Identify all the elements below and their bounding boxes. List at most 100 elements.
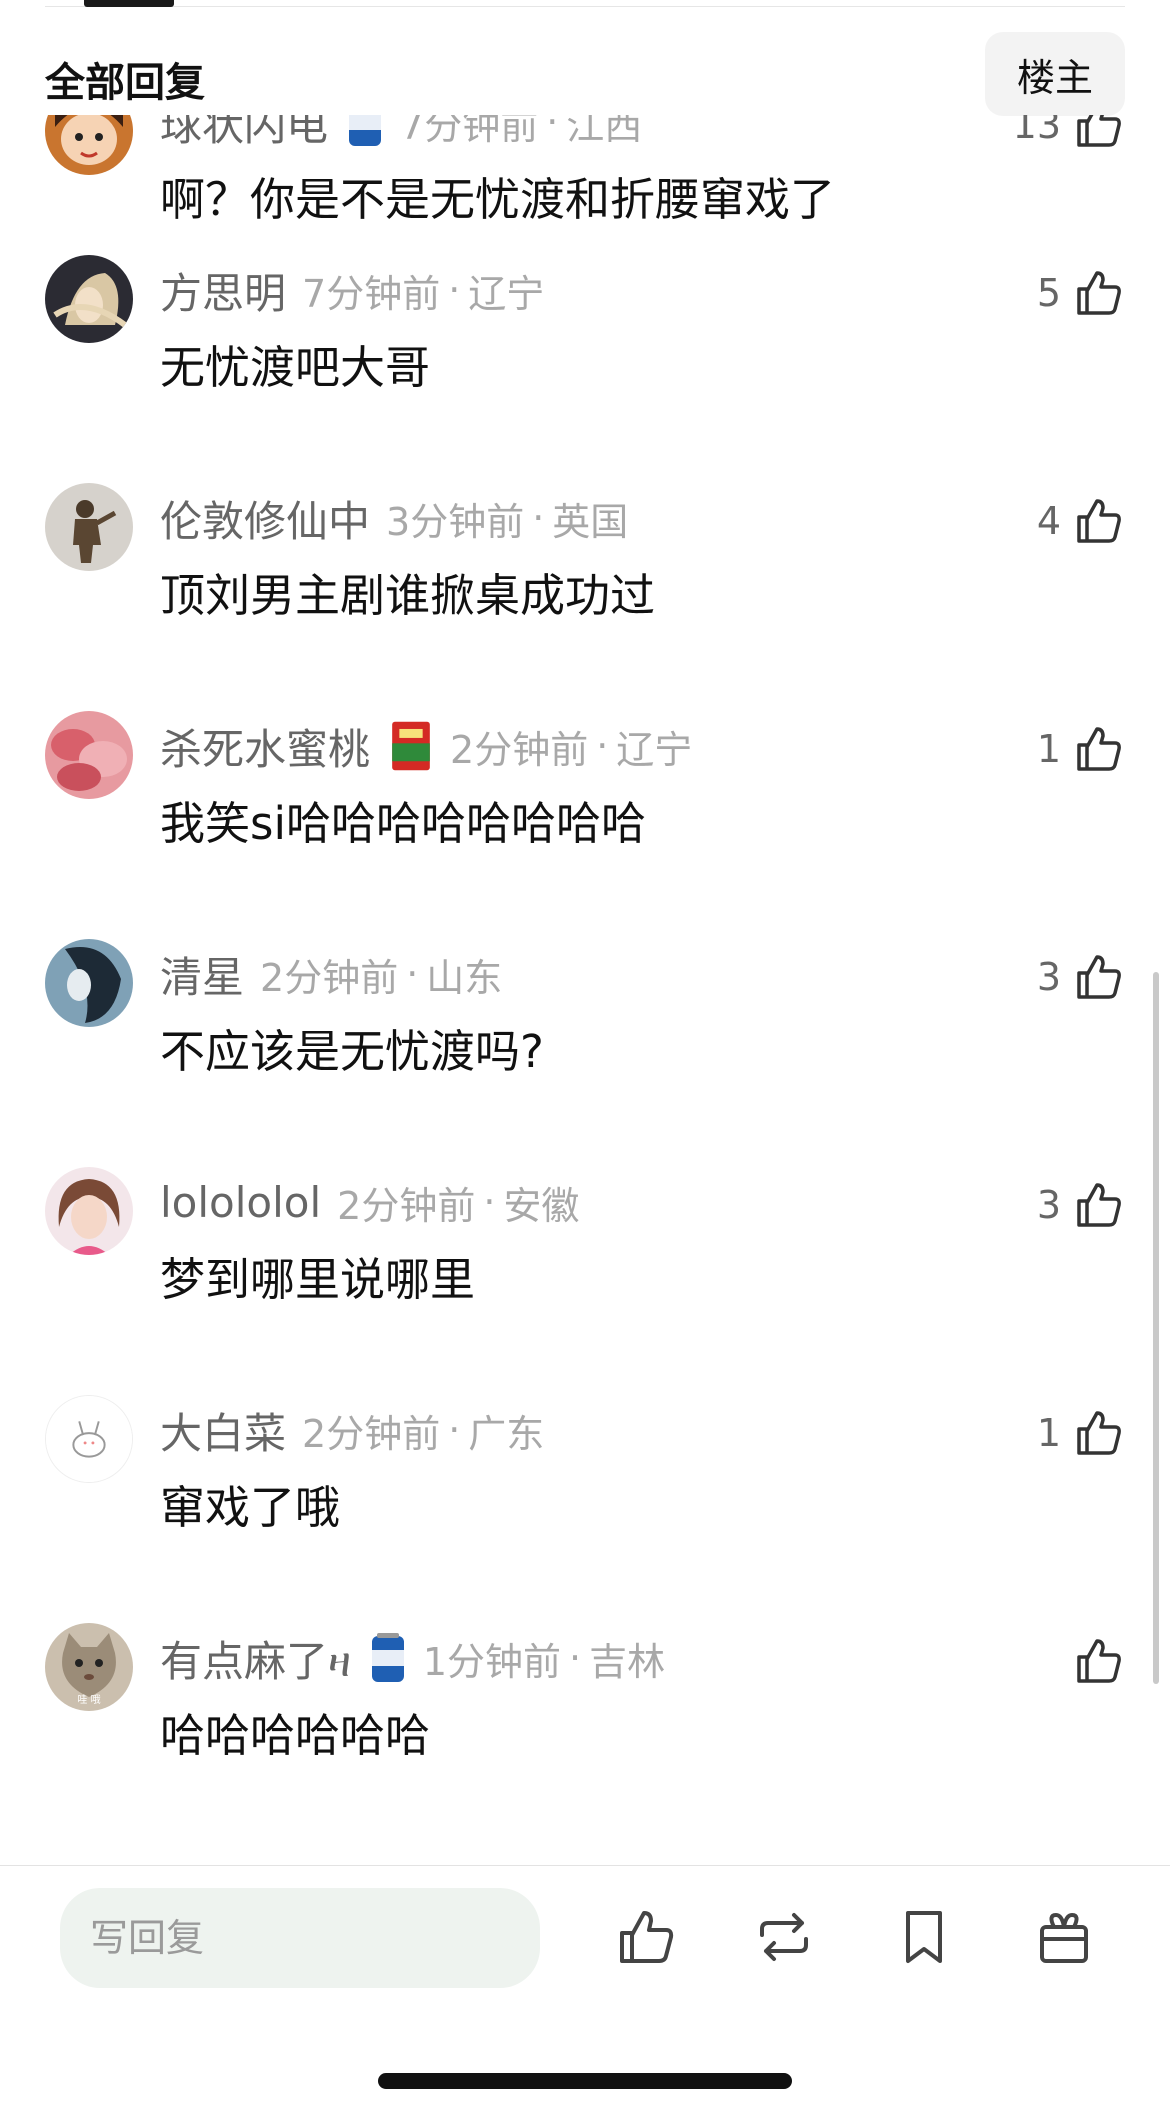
comment-time: 2分钟前	[302, 1411, 441, 1456]
home-indicator	[378, 2073, 792, 2089]
comment-item: lolololol 2分钟前 · 安徽 梦到哪里说哪里 3	[0, 1155, 1170, 1383]
user-name[interactable]: 伦敦修仙中	[160, 488, 370, 549]
like-count: 1	[1036, 1411, 1061, 1455]
like-count: 1	[1036, 727, 1061, 771]
comment-item: 哇 哦 有点麻了ዛ 1分钟前 · 吉林 哈哈哈哈哈哈	[0, 1611, 1170, 1839]
separator-dot: ·	[406, 952, 419, 996]
user-name[interactable]: 球状闪电	[160, 115, 328, 153]
gift-icon[interactable]	[1032, 1905, 1096, 1969]
comment-item: 大白菜 2分钟前 · 广东 窜戏了哦 1	[0, 1383, 1170, 1611]
bookmark-icon[interactable]	[892, 1905, 956, 1969]
separator-dot: ·	[532, 496, 545, 540]
avatar[interactable]	[45, 1167, 133, 1255]
comment-text: 我笑si哈哈哈哈哈哈哈哈	[160, 797, 646, 850]
avatar[interactable]: 哇 哦	[45, 1623, 133, 1711]
tab-indicator	[84, 0, 174, 7]
thumbs-up-icon	[1077, 499, 1121, 543]
thumbs-up-icon	[1077, 1183, 1121, 1227]
comment-text: 顶刘男主剧谁掀桌成功过	[160, 569, 656, 622]
owner-filter-button[interactable]: 楼主	[985, 32, 1125, 116]
comment-text: 哈哈哈哈哈哈	[160, 1709, 431, 1762]
comment-time: 7分钟前	[400, 115, 539, 148]
peach-avatar	[45, 711, 133, 799]
like-button[interactable]: 1	[1037, 719, 1125, 779]
comment-time: 7分钟前	[302, 271, 441, 316]
like-button[interactable]: 4	[1037, 491, 1125, 551]
like-count: 13	[1012, 115, 1061, 147]
bottom-divider	[0, 1865, 1170, 1866]
thumbs-up-icon	[1077, 1639, 1121, 1683]
rabbit-sketch-avatar	[46, 1396, 132, 1482]
thumbs-up-icon	[1077, 115, 1121, 147]
comment-time: 2分钟前	[260, 955, 399, 1000]
avatar[interactable]	[45, 1395, 133, 1483]
separator-dot: ·	[569, 1636, 582, 1680]
avatar[interactable]	[45, 483, 133, 571]
page-title: 全部回复	[45, 60, 205, 106]
statue-avatar	[45, 483, 133, 571]
like-count: 5	[1036, 271, 1061, 315]
like-button[interactable]	[1061, 1631, 1125, 1691]
comment-item: 伦敦修仙中 3分钟前 · 英国 顶刘男主剧谁掀桌成功过 4	[0, 471, 1170, 699]
comment-item: 杀死水蜜桃 2分钟前 · 辽宁 我笑si哈哈哈哈哈哈哈哈 1	[0, 699, 1170, 927]
comment-text: 梦到哪里说哪里	[160, 1253, 476, 1306]
can-badge-icon	[346, 115, 384, 148]
top-divider	[45, 6, 1125, 7]
comment-location: 辽宁	[468, 271, 545, 316]
blonde-figure-avatar	[45, 255, 133, 343]
scrollbar[interactable]	[1153, 972, 1159, 1684]
reply-input[interactable]	[60, 1888, 540, 1988]
avatar-caption: 哇 哦	[77, 1693, 100, 1706]
like-count: 3	[1036, 955, 1061, 999]
avatar[interactable]	[45, 115, 133, 175]
pink-girl-avatar	[45, 1167, 133, 1255]
like-button[interactable]: 3	[1037, 947, 1125, 1007]
thumbs-up-icon	[1077, 1411, 1121, 1455]
separator-dot: ·	[483, 1180, 496, 1224]
comment-location: 广东	[468, 1411, 545, 1456]
red-box-badge-icon	[388, 720, 434, 772]
comment-text: 窜戏了哦	[160, 1481, 341, 1534]
like-button[interactable]: 5	[1037, 263, 1125, 323]
user-name[interactable]: 有点麻了ዛ	[160, 1628, 351, 1689]
separator-dot: ·	[596, 724, 609, 768]
thumbs-up-icon[interactable]	[614, 1905, 678, 1969]
comment-time: 2分钟前	[450, 727, 589, 772]
avatar[interactable]	[45, 711, 133, 799]
comment-list: 球状闪电 7分钟前 · 江西 啊？你是不是无忧渡和折腰窜戏了 13 方思明 7分	[0, 115, 1170, 1865]
comment-text: 啊？你是不是无忧渡和折腰窜戏了	[160, 173, 836, 226]
comment-location: 吉林	[589, 1639, 666, 1684]
comment-time: 2分钟前	[337, 1183, 476, 1228]
user-name[interactable]: 杀死水蜜桃	[160, 716, 370, 777]
dark-hair-avatar	[45, 939, 133, 1027]
comment-location: 安徽	[503, 1183, 580, 1228]
like-button[interactable]: 3	[1037, 1175, 1125, 1235]
comment-item: 清星 2分钟前 · 山东 不应该是无忧渡吗? 3	[0, 927, 1170, 1155]
thumbs-up-icon	[1077, 271, 1121, 315]
comment-text: 无忧渡吧大哥	[160, 341, 431, 394]
comment-location: 英国	[552, 499, 629, 544]
separator-dot: ·	[448, 1408, 461, 1452]
like-button[interactable]: 13	[1013, 115, 1125, 155]
comment-location: 辽宁	[616, 727, 693, 772]
thumbs-up-icon	[1077, 727, 1121, 771]
user-name[interactable]: lolololol	[160, 1178, 321, 1227]
repost-icon[interactable]	[752, 1905, 816, 1969]
cartoon-girl-avatar	[45, 115, 133, 175]
avatar[interactable]	[45, 255, 133, 343]
thumbs-up-icon	[1077, 955, 1121, 999]
user-name[interactable]: 方思明	[160, 260, 286, 321]
comment-time: 3分钟前	[386, 499, 525, 544]
comment-item: 方思明 7分钟前 · 辽宁 无忧渡吧大哥 5	[0, 243, 1170, 471]
comment-text: 不应该是无忧渡吗?	[160, 1025, 544, 1078]
comment-location: 山东	[426, 955, 503, 1000]
like-button[interactable]: 1	[1037, 1403, 1125, 1463]
user-name[interactable]: 大白菜	[160, 1400, 286, 1461]
avatar[interactable]	[45, 939, 133, 1027]
like-count: 3	[1036, 1183, 1061, 1227]
user-name[interactable]: 清星	[160, 944, 244, 1005]
can-badge-icon	[369, 1632, 407, 1684]
comment-time: 1分钟前	[422, 1639, 562, 1684]
comment-location: 江西	[566, 115, 643, 148]
separator-dot: ·	[546, 115, 559, 144]
